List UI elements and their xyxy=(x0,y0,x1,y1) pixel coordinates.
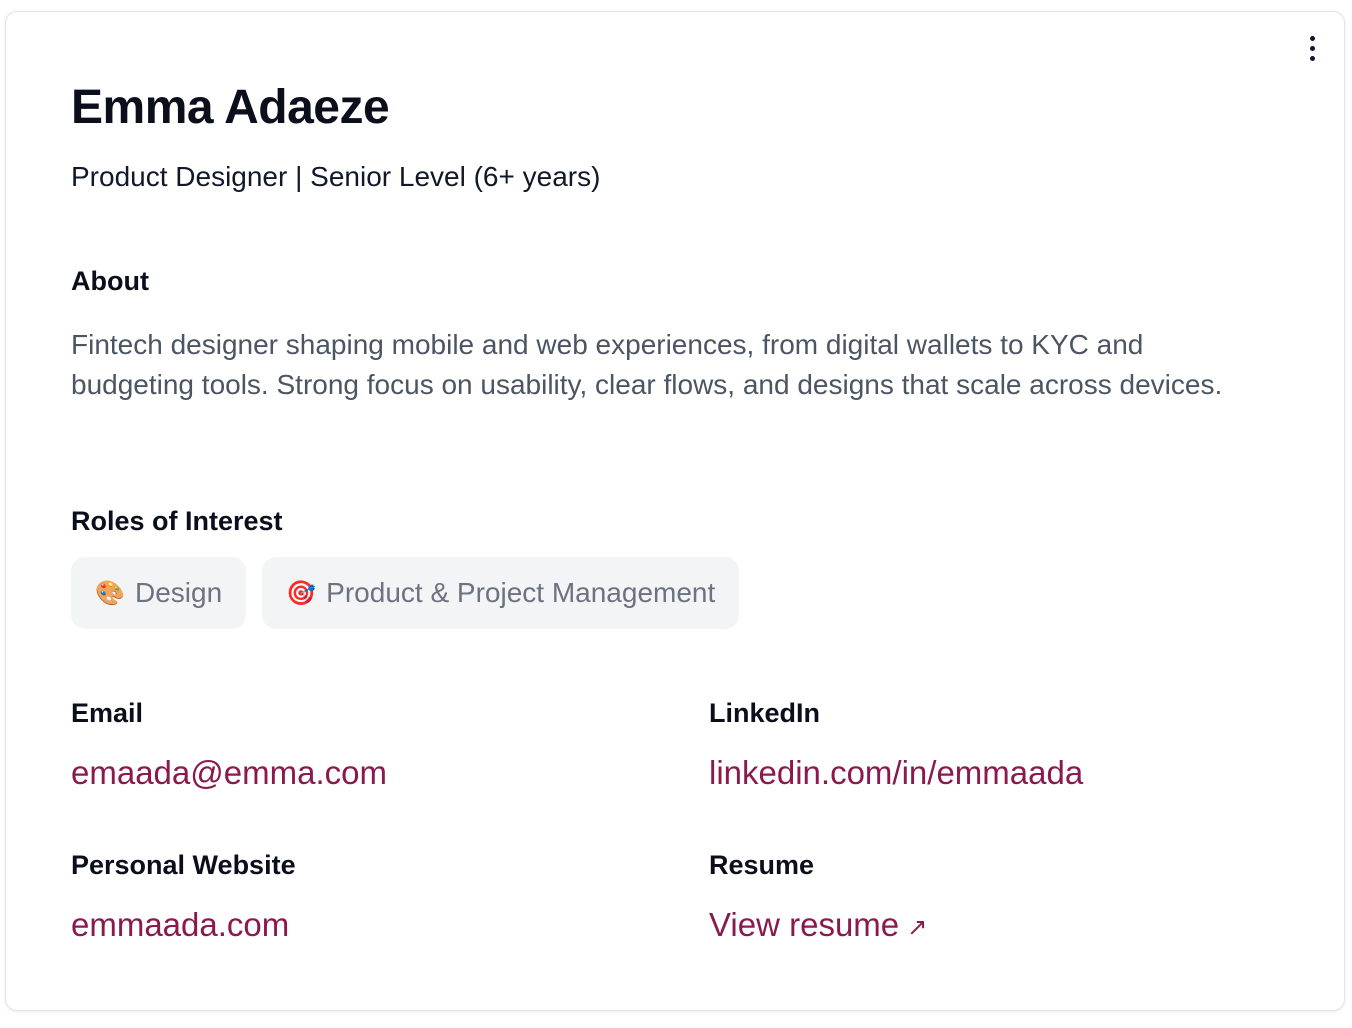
arrow-up-right-icon: ↗ xyxy=(907,913,928,941)
website-link[interactable]: emmaada.com xyxy=(71,906,289,944)
profile-name: Emma Adaeze xyxy=(71,81,390,134)
more-vertical-icon-dot xyxy=(1309,45,1315,51)
about-text: Fintech designer shaping mobile and web … xyxy=(71,329,1223,400)
resume-heading: Resume xyxy=(709,850,815,880)
roles-chip-list: 🎨 Design 🎯 Product & Project Management xyxy=(71,557,740,629)
profile-card: Emma Adaeze Product Designer | Senior Le… xyxy=(5,11,1345,1011)
roles-heading: Roles of Interest xyxy=(71,506,283,536)
profile-headline: Product Designer | Senior Level (6+ year… xyxy=(71,161,601,192)
target-icon: 🎯 xyxy=(286,579,317,607)
more-vertical-icon-dot xyxy=(1309,55,1315,61)
more-options-button[interactable] xyxy=(1300,32,1324,64)
more-vertical-icon xyxy=(1309,35,1315,41)
view-resume-link[interactable]: View resume ↗ xyxy=(709,906,927,944)
email-link[interactable]: emaada@emma.com xyxy=(71,754,387,792)
about-heading: About xyxy=(71,266,149,296)
website-heading: Personal Website xyxy=(71,850,296,880)
role-chip-label: Product & Project Management xyxy=(326,577,716,608)
view-resume-label: View resume xyxy=(709,906,900,943)
palette-icon: 🎨 xyxy=(95,579,125,607)
role-chip-label: Design xyxy=(135,577,223,608)
email-heading: Email xyxy=(71,698,144,728)
role-chip-design[interactable]: 🎨 Design xyxy=(71,557,247,629)
linkedin-link[interactable]: linkedin.com/in/emmaada xyxy=(709,754,1083,792)
role-chip-product-management[interactable]: 🎯 Product & Project Management xyxy=(262,557,740,629)
linkedin-heading: LinkedIn xyxy=(709,698,821,728)
